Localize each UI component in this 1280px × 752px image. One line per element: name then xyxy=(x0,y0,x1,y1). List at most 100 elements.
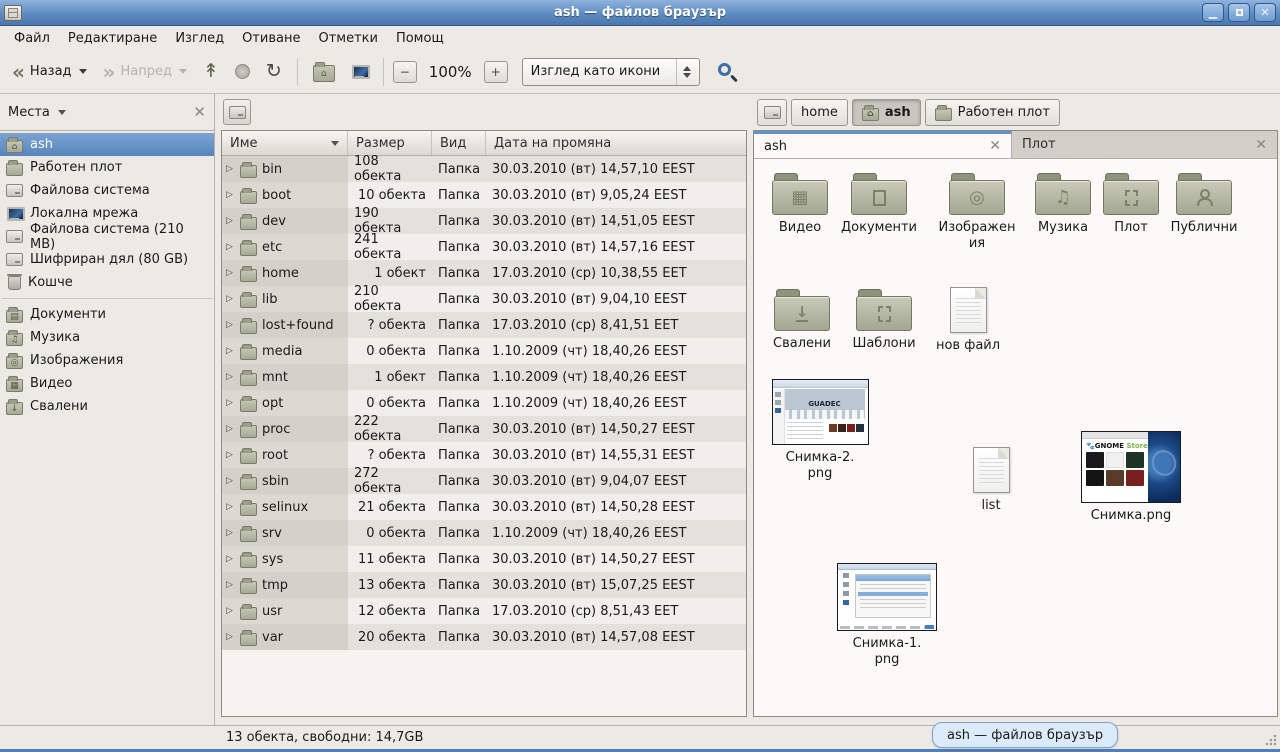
computer-button[interactable] xyxy=(345,61,374,83)
view-mode-select[interactable]: Изглед като икони xyxy=(522,58,700,86)
menu-edit[interactable]: Редактиране xyxy=(60,28,165,49)
sidebar-item-music[interactable]: ♫Музика xyxy=(0,326,214,349)
expander-icon[interactable]: ▷ xyxy=(226,450,235,460)
search-button[interactable] xyxy=(704,63,739,80)
expander-icon[interactable]: ▷ xyxy=(226,190,235,200)
sidebar-item-filesystem-210mb[interactable]: Файлова система (210 MB) xyxy=(0,225,214,248)
menu-bookmarks[interactable]: Отметки xyxy=(310,28,385,49)
path-button-home[interactable]: home xyxy=(791,99,848,126)
sidebar-item-pictures[interactable]: ◎Изображения xyxy=(0,349,214,372)
tree-row[interactable]: ▷media0 обектаПапка1.10.2009 (чт) 18,40,… xyxy=(222,338,746,364)
tree-row[interactable]: ▷proc222 обектаПапка30.03.2010 (вт) 14,5… xyxy=(222,416,746,442)
file-downloads[interactable]: ↓ Свалени xyxy=(756,289,848,352)
zoom-out-button[interactable]: − xyxy=(393,61,417,83)
expander-icon[interactable]: ▷ xyxy=(226,424,235,434)
reload-button[interactable]: ↻ xyxy=(260,58,288,85)
tab-close-icon[interactable]: ✕ xyxy=(989,138,1001,154)
sidebar-item-trash[interactable]: Кошче xyxy=(0,271,214,294)
menu-file[interactable]: Файл xyxy=(6,28,58,49)
tree-row[interactable]: ▷home1 обектПапка17.03.2010 (ср) 10,38,5… xyxy=(222,260,746,286)
tree-row[interactable]: ▷sys11 обектаПапка30.03.2010 (вт) 14,50,… xyxy=(222,546,746,572)
expander-icon[interactable]: ▷ xyxy=(226,476,235,486)
menu-bar: Файл Редактиране Изглед Отиване Отметки … xyxy=(0,26,1280,50)
tree-row[interactable]: ▷usr12 обектаПапка17.03.2010 (ср) 8,51,4… xyxy=(222,598,746,624)
file-public[interactable]: Публични xyxy=(1158,173,1250,236)
back-button[interactable]: « Назад xyxy=(6,60,93,83)
expander-icon[interactable]: ▷ xyxy=(226,294,235,304)
tree-row[interactable]: ▷srv0 обектаПапка1.10.2009 (чт) 18,40,26… xyxy=(222,520,746,546)
column-header-kind[interactable]: Вид xyxy=(432,131,486,155)
tab-desktop[interactable]: Плот✕ xyxy=(1012,131,1277,158)
tree-row[interactable]: ▷boot10 обектаПапка30.03.2010 (вт) 9,05,… xyxy=(222,182,746,208)
tree-row[interactable]: ▷etc241 обектаПапка30.03.2010 (вт) 14,57… xyxy=(222,234,746,260)
stop-button[interactable] xyxy=(229,60,256,83)
expander-icon[interactable]: ▷ xyxy=(226,164,235,174)
sidebar-item-videos[interactable]: ▦Видео xyxy=(0,372,214,395)
expander-icon[interactable]: ▷ xyxy=(226,242,235,252)
path-root-button[interactable] xyxy=(757,99,787,126)
tree-row[interactable]: ▷tmp13 обектаПапка30.03.2010 (вт) 15,07,… xyxy=(222,572,746,598)
tree-row[interactable]: ▷var20 обектаПапка30.03.2010 (вт) 14,57,… xyxy=(222,624,746,650)
file-snimka-png[interactable]: 🐾GNOME Store Снимка.png xyxy=(1081,431,1181,524)
tree-row[interactable]: ▷sbin272 обектаПапка30.03.2010 (вт) 9,04… xyxy=(222,468,746,494)
home-button[interactable]: ⌂ xyxy=(307,57,341,86)
expander-icon[interactable]: ▷ xyxy=(226,606,235,616)
tree-row[interactable]: ▷bin108 обектаПапка30.03.2010 (вт) 14,57… xyxy=(222,156,746,182)
icon-view[interactable]: ▦ Видео Документи ◎ Изображен ия ♫ Музик… xyxy=(754,159,1277,716)
file-documents[interactable]: Документи xyxy=(833,173,925,236)
expander-icon[interactable]: ▷ xyxy=(226,502,235,512)
sidebar-item-filesystem[interactable]: Файлова система xyxy=(0,179,214,202)
expander-icon[interactable]: ▷ xyxy=(226,346,235,356)
tree-row[interactable]: ▷root? обектаПапка30.03.2010 (вт) 14,55,… xyxy=(222,442,746,468)
tree-row[interactable]: ▷dev190 обектаПапка30.03.2010 (вт) 14,51… xyxy=(222,208,746,234)
tab-ash[interactable]: ash✕ xyxy=(754,131,1012,158)
folder-icon xyxy=(240,425,257,438)
file-templates[interactable]: Шаблони xyxy=(838,289,930,352)
expander-icon[interactable]: ▷ xyxy=(226,372,235,382)
column-header-size[interactable]: Размер xyxy=(348,131,432,155)
expander-icon[interactable]: ▷ xyxy=(226,632,235,642)
sidebar-item-desktop[interactable]: Работен плот xyxy=(0,156,214,179)
file-list[interactable]: list xyxy=(945,447,1037,514)
window-identifier-bubble: ash — файлов браузър xyxy=(932,722,1118,748)
sidebar-item-encrypted-80gb[interactable]: Шифриран дял (80 GB) xyxy=(0,248,214,271)
tree-row[interactable]: ▷opt0 обектаПапка1.10.2009 (чт) 18,40,26… xyxy=(222,390,746,416)
file-snimka-1-png[interactable]: Снимка-1. png xyxy=(837,563,937,669)
tree-root-button[interactable] xyxy=(223,99,251,125)
sidebar-item-downloads[interactable]: ↓Свалени xyxy=(0,395,214,418)
tree-row[interactable]: ▷selinux21 обектаПапка30.03.2010 (вт) 14… xyxy=(222,494,746,520)
column-header-date[interactable]: Дата на промяна xyxy=(486,131,746,155)
expander-icon[interactable]: ▷ xyxy=(226,268,235,278)
expander-icon[interactable]: ▷ xyxy=(226,398,235,408)
menu-view[interactable]: Изглед xyxy=(167,28,232,49)
sidebar-mode-select[interactable]: Места xyxy=(8,105,50,120)
sidebar-item-home[interactable]: ⌂ash xyxy=(0,133,214,156)
close-button[interactable]: ✕ xyxy=(1254,3,1276,22)
sidebar-close-icon[interactable]: ✕ xyxy=(193,103,206,121)
expander-icon[interactable]: ▷ xyxy=(226,580,235,590)
tab-close-icon[interactable]: ✕ xyxy=(1255,137,1267,153)
expander-icon[interactable]: ▷ xyxy=(226,320,235,330)
file-pictures[interactable]: ◎ Изображен ия xyxy=(931,173,1023,253)
expander-icon[interactable]: ▷ xyxy=(226,554,235,564)
minimize-button[interactable]: ▁ xyxy=(1202,3,1224,22)
tree-row[interactable]: ▷lost+found? обектаПапка17.03.2010 (ср) … xyxy=(222,312,746,338)
maximize-button[interactable] xyxy=(1228,3,1250,22)
expander-icon[interactable]: ▷ xyxy=(226,216,235,226)
sidebar-item-documents[interactable]: ▤Документи xyxy=(0,303,214,326)
forward-button[interactable]: » Напред xyxy=(97,60,193,83)
tree-row[interactable]: ▷mnt1 обектПапка1.10.2009 (чт) 18,40,26 … xyxy=(222,364,746,390)
menu-help[interactable]: Помощ xyxy=(388,28,452,49)
path-button-ash[interactable]: ⌂ash xyxy=(852,99,921,126)
up-button[interactable]: ↟ xyxy=(197,58,225,85)
resize-grip[interactable] xyxy=(1265,734,1277,746)
tree-row[interactable]: ▷lib210 обектаПапка30.03.2010 (вт) 9,04,… xyxy=(222,286,746,312)
folder-icon xyxy=(240,555,257,568)
file-new-file[interactable]: нов файл xyxy=(922,287,1014,354)
file-snimka-2-png[interactable]: GUADEC Снимка-2. png xyxy=(774,379,866,483)
column-header-name[interactable]: Име xyxy=(222,131,348,155)
zoom-in-button[interactable]: + xyxy=(484,61,508,83)
path-button-desktop[interactable]: Работен плот xyxy=(925,99,1060,126)
menu-go[interactable]: Отиване xyxy=(234,28,308,49)
expander-icon[interactable]: ▷ xyxy=(226,528,235,538)
